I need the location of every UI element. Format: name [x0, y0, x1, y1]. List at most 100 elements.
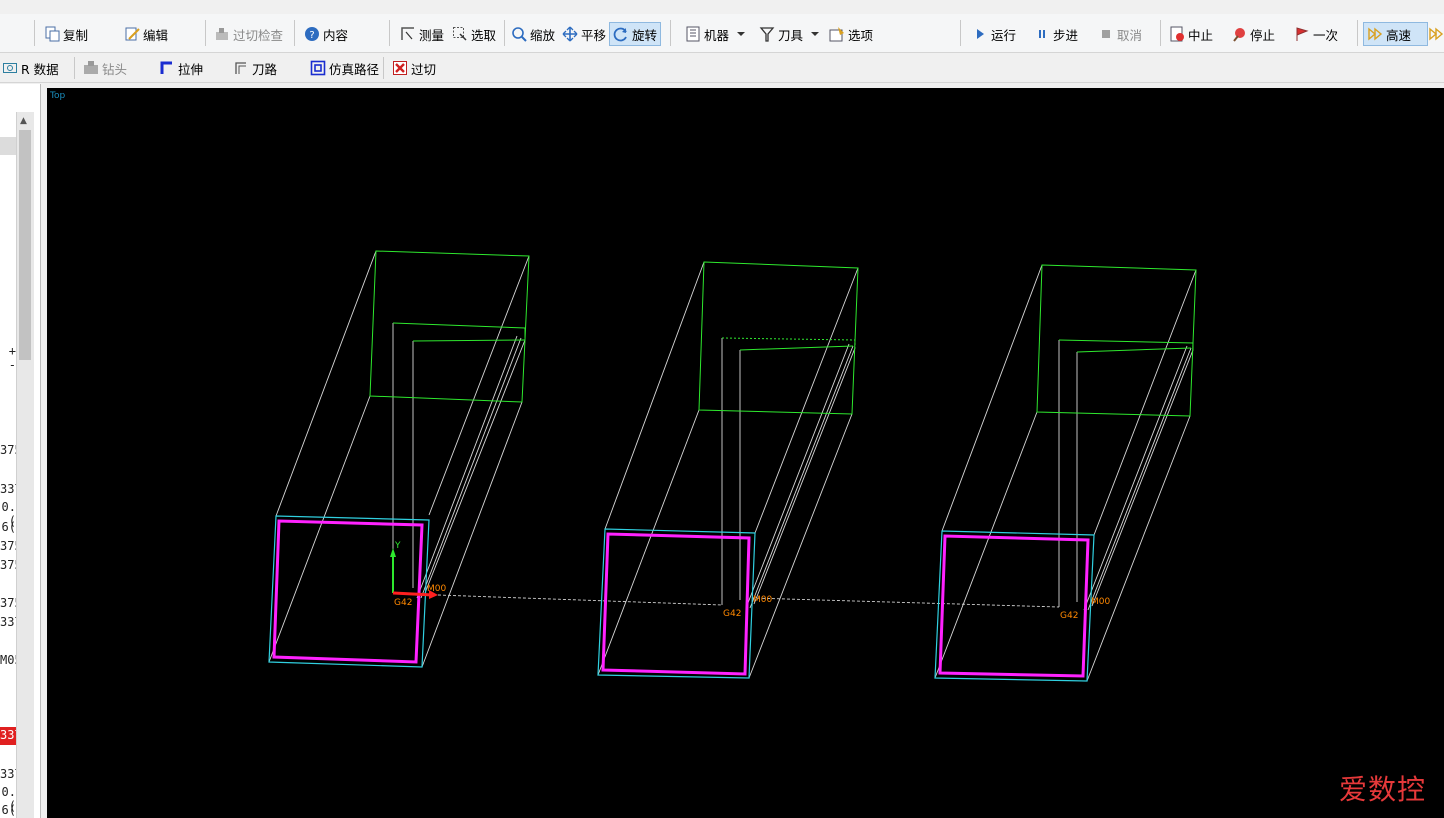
drill-label: 钻头: [102, 61, 128, 77]
fast-forward-icon: [1428, 26, 1444, 42]
once-label: 一次: [1313, 27, 1339, 43]
machine-dropdown[interactable]: 机器: [685, 23, 746, 45]
svg-text:?: ?: [309, 30, 314, 41]
part-3-wireframe: G42 M00: [934, 264, 1197, 682]
edit-icon: [124, 26, 140, 42]
tool-label: 刀具: [778, 27, 804, 43]
stop-square-icon: [1098, 26, 1114, 42]
code-line-fragment: 6(: [1, 520, 16, 534]
stop-button[interactable]: 停止: [1231, 23, 1275, 45]
pan-button[interactable]: 平移: [562, 23, 606, 45]
drill-icon: [83, 60, 99, 76]
separator: [504, 20, 505, 46]
zoom-label: 缩放: [530, 27, 556, 43]
simulation-viewport[interactable]: Top Y G42 M00 G42 M00 G42 M00 爱数控: [47, 88, 1444, 818]
zoom-icon: [511, 26, 527, 42]
gouge-check-label: 过切检查: [233, 27, 284, 43]
rotate-icon: [613, 26, 629, 42]
gouge-label: 过切: [411, 61, 437, 77]
code-line-fragment: 337: [0, 482, 16, 496]
high-speed-button[interactable]: 高速: [1363, 22, 1428, 46]
drill-button[interactable]: 钻头: [83, 57, 127, 79]
separator: [34, 20, 35, 46]
m00-label: M00: [427, 584, 446, 594]
play-icon: [972, 26, 988, 42]
pause-label: 中止: [1188, 27, 1214, 43]
code-line-fragment: + -: [8, 344, 16, 372]
copy-button[interactable]: 复制: [44, 23, 88, 45]
scrollbar-thumb[interactable]: [19, 130, 31, 360]
pan-label: 平移: [581, 27, 607, 43]
help-icon: ?: [304, 26, 320, 42]
y-axis-label: Y: [394, 541, 401, 551]
edit-button[interactable]: 编辑: [124, 23, 168, 45]
gouge-button[interactable]: 过切: [392, 57, 436, 79]
extrude-button[interactable]: 拉伸: [159, 57, 203, 79]
chevron-down-icon: [737, 32, 746, 36]
rotate-button[interactable]: 旋转: [609, 22, 662, 46]
select-button[interactable]: 选取: [452, 23, 496, 45]
extrude-label: 拉伸: [178, 61, 204, 77]
r-data-button[interactable]: R 数据: [2, 57, 59, 79]
content-label: 内容: [323, 27, 349, 43]
tool-icon: [759, 26, 775, 42]
machine-icon: [685, 26, 701, 42]
sim-path-button[interactable]: 仿真路径: [310, 57, 379, 79]
part-2-wireframe: G42 M00: [597, 261, 859, 679]
copy-label: 复制: [63, 27, 89, 43]
code-panel-scrollbar[interactable]: ▲: [16, 112, 34, 818]
step-label: 步进: [1053, 27, 1079, 43]
stop-label: 停止: [1250, 27, 1276, 43]
step-icon: [1034, 26, 1050, 42]
tool-dropdown[interactable]: 刀具: [759, 23, 820, 45]
r-data-icon: [2, 60, 18, 76]
step-button[interactable]: 步进: [1034, 23, 1078, 45]
extrude-icon: [159, 60, 175, 76]
gouge-check-button[interactable]: 过切检查: [214, 23, 283, 45]
pause-button[interactable]: 中止: [1169, 23, 1213, 45]
run-button[interactable]: 运行: [972, 23, 1016, 45]
separator: [670, 20, 671, 46]
fast-forward-icon: [1367, 26, 1383, 42]
g42-label-part-3: G42: [1060, 611, 1078, 621]
code-line-fragment: 6(: [1, 803, 16, 817]
separator: [389, 20, 390, 46]
content-button[interactable]: ? 内容: [304, 23, 348, 45]
wireframe-scene: Y G42 M00 G42 M00 G42 M00: [268, 250, 1197, 682]
cancel-button[interactable]: 取消: [1098, 23, 1142, 45]
r-data-label: R 数据: [21, 61, 59, 77]
code-line-fragment: 337: [0, 615, 16, 629]
gouge-check-icon: [214, 26, 230, 42]
options-label: 选项: [848, 27, 874, 43]
g42-label-part-2: G42: [723, 609, 741, 619]
rotate-label: 旋转: [632, 27, 658, 43]
zoom-button[interactable]: 缩放: [511, 23, 555, 45]
separator: [74, 57, 75, 79]
separator: [383, 57, 384, 79]
select-label: 选取: [471, 27, 497, 43]
pan-icon: [562, 26, 578, 42]
code-line-fragment: 375: [0, 596, 16, 610]
code-line-fragment: 375: [0, 539, 16, 553]
code-line-fragment: 337: [0, 728, 16, 742]
g42-label: G42: [394, 598, 412, 608]
sim-path-label: 仿真路径: [329, 61, 380, 77]
separator: [294, 20, 295, 46]
code-line-fragment: 337: [0, 767, 16, 781]
display-toolbar: R 数据 钻头 拉伸 刀路 仿真路径 过切: [0, 54, 1444, 83]
overflow-fast-button[interactable]: [1428, 23, 1444, 45]
m00-label-part-2: M00: [753, 595, 772, 605]
separator: [960, 20, 961, 46]
code-line-fragment: M05: [0, 653, 16, 667]
once-button[interactable]: 一次: [1294, 23, 1338, 45]
machine-label: 机器: [704, 27, 730, 43]
options-button[interactable]: 选项: [829, 23, 873, 45]
part-1-wireframe: Y G42 M00: [268, 250, 530, 668]
toolpath-button[interactable]: 刀路: [233, 57, 277, 79]
scroll-up-icon[interactable]: ▲: [20, 116, 27, 126]
sim-path-icon: [310, 60, 326, 76]
m00-label-part-3: M00: [1091, 597, 1110, 607]
measure-button[interactable]: 测量: [400, 23, 444, 45]
main-toolbar: 复制 编辑 过切检查 ? 内容 测量 选取 缩放 平移 旋转 机器 刀具 选项 …: [0, 14, 1444, 53]
options-icon: [829, 26, 845, 42]
